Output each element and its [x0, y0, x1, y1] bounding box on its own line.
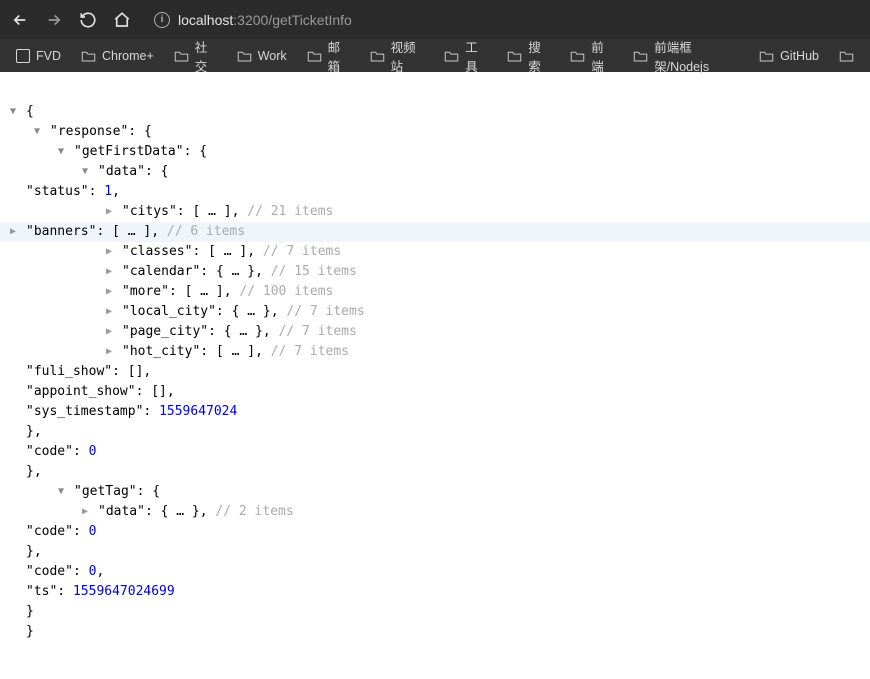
folder-icon: [507, 50, 522, 62]
bookmark-fvd[interactable]: FVD: [10, 45, 67, 67]
bookmark-label: 搜索: [528, 37, 550, 75]
back-button[interactable]: [10, 10, 30, 30]
json-viewer: { "response": { "getFirstData": { "data"…: [0, 72, 870, 652]
toggle-icon[interactable]: [10, 102, 20, 122]
json-line: "page_city": { … }, // 7 items: [10, 322, 860, 342]
json-line: "data": { … }, // 2 items: [10, 502, 860, 522]
toggle-icon[interactable]: [106, 202, 116, 222]
bookmark-label: 邮箱: [328, 37, 350, 75]
bookmark-frontend[interactable]: 前端: [564, 33, 619, 79]
bookmark-label: 前端: [591, 37, 613, 75]
toggle-icon[interactable]: [10, 222, 20, 242]
bookmark-chrome[interactable]: Chrome+: [75, 45, 160, 67]
toggle-icon[interactable]: [106, 242, 116, 262]
bookmark-github[interactable]: GitHub: [753, 45, 825, 67]
toggle-icon[interactable]: [34, 122, 44, 142]
bookmark-label: Work: [258, 49, 287, 63]
json-line-highlighted: "banners": [ … ], // 6 items: [0, 222, 870, 242]
bookmark-framework-nodejs[interactable]: 前端框架/Nodejs: [627, 33, 745, 79]
json-line: "local_city": { … }, // 7 items: [10, 302, 860, 322]
json-line: "more": [ … ], // 100 items: [10, 282, 860, 302]
json-line: "ts": 1559647024699: [10, 582, 860, 602]
bookmark-label: 工具: [465, 37, 487, 75]
json-line: }: [10, 602, 860, 622]
toggle-icon[interactable]: [106, 262, 116, 282]
json-line: },: [10, 542, 860, 562]
folder-icon: [633, 50, 648, 62]
folder-icon: [570, 50, 585, 62]
home-button[interactable]: [112, 10, 132, 30]
json-line: {: [10, 102, 860, 122]
bookmark-overflow[interactable]: [833, 46, 860, 66]
json-line: "classes": [ … ], // 7 items: [10, 242, 860, 262]
json-line: "code": 0,: [10, 562, 860, 582]
json-line: "calendar": { … }, // 15 items: [10, 262, 860, 282]
bookmark-label: GitHub: [780, 49, 819, 63]
bookmark-video[interactable]: 视频站: [364, 33, 431, 79]
json-line: "status": 1,: [10, 182, 860, 202]
json-line: "code": 0: [10, 442, 860, 462]
bookmark-label: Chrome+: [102, 49, 154, 63]
toggle-icon[interactable]: [106, 322, 116, 342]
toggle-icon[interactable]: [58, 482, 68, 502]
forward-button[interactable]: [44, 10, 64, 30]
json-line: "data": {: [10, 162, 860, 182]
bookmark-work[interactable]: Work: [231, 45, 293, 67]
bookmark-label: 视频站: [391, 37, 425, 75]
json-line: },: [10, 422, 860, 442]
bookmark-label: FVD: [36, 49, 61, 63]
json-line: "code": 0: [10, 522, 860, 542]
json-line: "getTag": {: [10, 482, 860, 502]
json-line: "appoint_show": [],: [10, 382, 860, 402]
bookmark-label: 前端框架/Nodejs: [654, 37, 739, 75]
address-bar[interactable]: i localhost:3200/getTicketInfo: [146, 12, 860, 28]
folder-icon: [81, 50, 96, 62]
toggle-icon[interactable]: [82, 162, 92, 182]
json-line: "sys_timestamp": 1559647024: [10, 402, 860, 422]
toggle-icon[interactable]: [82, 502, 92, 522]
json-line: "hot_city": [ … ], // 7 items: [10, 342, 860, 362]
toggle-icon[interactable]: [58, 142, 68, 162]
bookmark-search[interactable]: 搜索: [501, 33, 556, 79]
json-line: },: [10, 462, 860, 482]
folder-icon: [370, 50, 385, 62]
bookmarks-bar: FVD Chrome+ 社交 Work 邮箱 视频站 工具 搜索 前端 前端框架…: [0, 39, 870, 72]
folder-icon: [174, 50, 189, 62]
toggle-icon[interactable]: [106, 342, 116, 362]
bookmark-label: 社交: [195, 37, 217, 75]
json-line: "citys": [ … ], // 21 items: [10, 202, 860, 222]
bookmark-tools[interactable]: 工具: [438, 33, 493, 79]
json-line: "getFirstData": {: [10, 142, 860, 162]
url-text: localhost:3200/getTicketInfo: [178, 12, 352, 28]
square-icon: [16, 49, 30, 63]
site-info-icon[interactable]: i: [154, 12, 170, 28]
reload-button[interactable]: [78, 10, 98, 30]
json-line: }: [10, 622, 860, 642]
folder-icon: [237, 50, 252, 62]
folder-icon: [759, 50, 774, 62]
folder-icon: [307, 50, 322, 62]
json-line: "response": {: [10, 122, 860, 142]
toggle-icon[interactable]: [106, 282, 116, 302]
folder-icon: [839, 50, 854, 62]
json-line: "fuli_show": [],: [10, 362, 860, 382]
bookmark-social[interactable]: 社交: [168, 33, 223, 79]
bookmark-mail[interactable]: 邮箱: [301, 33, 356, 79]
folder-icon: [444, 50, 459, 62]
toggle-icon[interactable]: [106, 302, 116, 322]
